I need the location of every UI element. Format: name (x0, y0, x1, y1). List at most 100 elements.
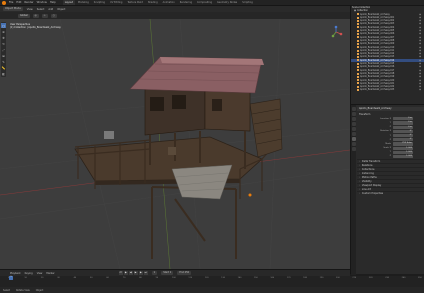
scale-tool-icon[interactable]: ⤢ (1, 47, 6, 52)
mesh-object-icon (357, 26, 359, 29)
menu-object[interactable]: Object (57, 8, 65, 11)
modifier-tab-icon[interactable] (351, 142, 356, 146)
field-value[interactable]: 1.000 (393, 150, 413, 154)
play-icon[interactable]: ▶ (133, 271, 138, 275)
transform-tool-icon[interactable]: ⊞ (1, 53, 6, 58)
output-tab-icon[interactable] (351, 117, 356, 121)
menu-add[interactable]: Add (48, 8, 53, 11)
menu-select[interactable]: Select (37, 8, 45, 11)
mesh-object-icon (357, 23, 359, 26)
menu-render[interactable]: Render (24, 1, 33, 4)
field-label: Scale X (383, 147, 391, 150)
outliner-item[interactable]: Apollo_Boardwalk_Archway.023 ◉ (351, 88, 424, 91)
object-name-field[interactable]: Apollo_Boardwalk_Archway (357, 107, 424, 111)
menu-help[interactable]: Help (50, 1, 56, 4)
field-value[interactable]: XYZ Euler (393, 142, 413, 146)
playback-controls: ⏮ ◆ ◀ ▶ ◆ ⏭ (118, 271, 148, 275)
mesh-object-icon (357, 29, 359, 32)
view-layer-tab-icon[interactable] (351, 122, 356, 126)
field-value[interactable]: 0 m (393, 117, 413, 121)
menu-edit[interactable]: Edit (16, 1, 21, 4)
object-tab-icon[interactable] (351, 137, 356, 141)
frame-tick-label: 200 (336, 277, 340, 279)
frame-ruler[interactable]: 0102030405060708090100110120130140150160… (8, 276, 422, 280)
field-value[interactable]: 1.000 (393, 154, 413, 159)
property-panels: Delta TransformRelationsCollectionsInsta… (357, 158, 424, 195)
tab-sculpting[interactable]: Sculpting (92, 0, 107, 5)
properties-tabs (351, 105, 356, 275)
mesh-object-icon (357, 79, 359, 82)
rotate-tool-icon[interactable]: ↻ (1, 41, 6, 46)
menu-file[interactable]: File (9, 1, 13, 4)
play-reverse-icon[interactable]: ◀ (128, 271, 133, 275)
navigation-gizmo-icon[interactable] (329, 25, 343, 39)
outliner-item-label: Apollo_Boardwalk_Archway.023 (360, 88, 395, 92)
pivot-icon[interactable]: ◎ (32, 13, 39, 18)
status-rotate-view: Rotate View (16, 288, 30, 292)
next-key-icon[interactable]: ◆ (138, 271, 143, 275)
playhead[interactable]: 1 (9, 276, 13, 280)
field-value[interactable]: 0° (393, 133, 413, 138)
move-tool-icon[interactable]: ✥ (1, 35, 6, 40)
collapsed-panel-header[interactable]: Custom Properties (357, 190, 424, 195)
menu-marker[interactable]: Marker (46, 272, 54, 275)
frame-tick-label: 230 (385, 277, 390, 279)
add-cube-tool-icon[interactable]: ◧ (1, 71, 6, 76)
menu-timeline-view[interactable]: View (37, 272, 43, 275)
visibility-eye-icon[interactable]: ◉ (419, 88, 421, 91)
tool-settings-bar: Global ◎ ⊹ ○ (0, 12, 350, 19)
outliner-panel: Scene Collection ▣ Collection Apollo_Boa… (350, 6, 424, 104)
status-bar: Select Rotate View Object (0, 287, 424, 293)
tab-compositing[interactable]: Compositing (195, 0, 214, 5)
field-value[interactable]: 0° (393, 129, 413, 133)
tab-animation[interactable]: Animation (161, 0, 177, 5)
material-tab-icon[interactable] (351, 147, 356, 151)
prev-key-icon[interactable]: ◆ (123, 271, 128, 275)
menu-keying[interactable]: Keying (25, 272, 33, 275)
frame-tick-label: 170 (286, 277, 291, 279)
snap-icon[interactable]: ⊹ (41, 13, 48, 18)
frame-tick-label: 30 (57, 277, 60, 279)
measure-tool-icon[interactable]: 📏 (1, 65, 6, 70)
tab-layout[interactable]: Layout (62, 0, 75, 5)
jump-start-icon[interactable]: ⏮ (118, 271, 123, 275)
tab-shading[interactable]: Shading (146, 0, 160, 5)
frame-tick-label: 70 (122, 277, 126, 279)
end-frame-field[interactable]: End 250 (177, 271, 192, 275)
tab-uv-editing[interactable]: UV Editing (108, 0, 124, 5)
cursor-tool-icon[interactable]: ⊕ (1, 29, 6, 34)
transform-field: Z 0° (357, 138, 424, 142)
mesh-object-icon (357, 13, 359, 16)
scene-tab-icon[interactable] (351, 127, 356, 131)
menu-view[interactable]: View (27, 8, 33, 11)
field-value[interactable]: 0 m (393, 121, 413, 125)
tab-modeling[interactable]: Modeling (76, 0, 91, 5)
tab-geometry-nodes[interactable]: Geometry Nodes (215, 0, 239, 5)
transform-field: Scale X 1.000 (357, 146, 424, 150)
mode-select[interactable]: Object Mode (3, 7, 23, 11)
current-frame-field[interactable]: 1 (151, 271, 158, 275)
mesh-object-icon (357, 39, 359, 42)
proportional-edit-icon[interactable]: ○ (50, 13, 57, 18)
tab-scripting[interactable]: Scripting (240, 0, 255, 5)
tab-rendering[interactable]: Rendering (178, 0, 194, 5)
viewport-info: User Perspective (1) Collection | Apollo… (10, 23, 61, 30)
start-frame-field[interactable]: Start 1 (161, 271, 174, 275)
tool-tab-icon[interactable] (351, 107, 356, 111)
render-tab-icon[interactable] (351, 112, 356, 116)
select-box-tool-icon[interactable]: ▢ (1, 23, 6, 28)
blender-logo-icon[interactable] (2, 0, 6, 5)
field-value[interactable]: 0° (393, 138, 413, 142)
annotate-tool-icon[interactable]: ✎ (1, 59, 6, 64)
jump-end-icon[interactable]: ⏭ (143, 271, 148, 275)
field-value[interactable]: 1.000 (393, 146, 413, 150)
properties-panel: Apollo_Boardwalk_Archway Transform Locat… (350, 104, 424, 275)
tab-texture-paint[interactable]: Texture Paint (125, 0, 144, 5)
field-value[interactable]: 0 m (393, 125, 413, 129)
transform-orientation-select[interactable]: Global (18, 13, 30, 18)
3d-viewport[interactable]: User Perspective (1) Collection | Apollo… (0, 19, 350, 269)
timeline-area[interactable]: 0102030405060708090100110120130140150160… (0, 276, 424, 287)
menu-playback[interactable]: Playback (10, 272, 21, 275)
menu-window[interactable]: Window (37, 1, 47, 4)
world-tab-icon[interactable] (351, 132, 356, 136)
